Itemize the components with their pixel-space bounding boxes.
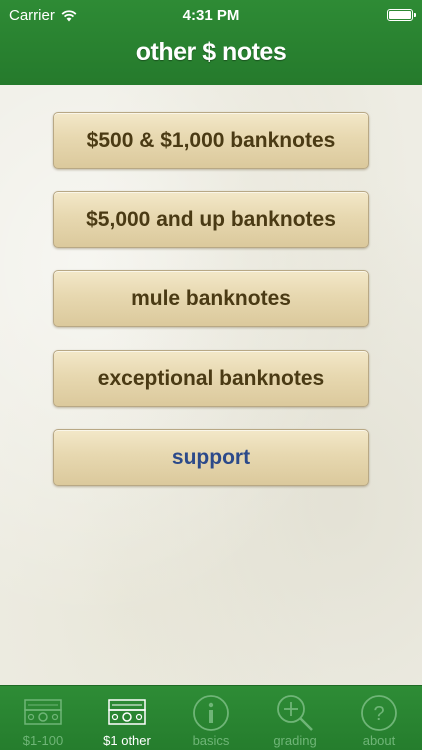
magnifier-icon	[275, 694, 315, 732]
header: Carrier 4:31 PM other $ notes	[0, 0, 422, 85]
question-icon: ?	[359, 694, 399, 732]
main-content: $500 & $1,000 banknotes $5,000 and up ba…	[0, 85, 422, 685]
status-bar: Carrier 4:31 PM	[0, 0, 422, 30]
tab-1-100[interactable]: $1-100	[1, 686, 85, 750]
info-icon	[191, 694, 231, 732]
svg-text:?: ?	[373, 703, 384, 725]
page-title: other $ notes	[135, 38, 287, 66]
tab-about[interactable]: ? about	[337, 686, 421, 750]
tab-1-other[interactable]: $1 other	[85, 686, 169, 750]
tab-label: about	[362, 733, 396, 748]
menu-button-5000-up[interactable]: $5,000 and up banknotes	[53, 191, 369, 248]
banknote-icon	[23, 694, 63, 732]
banknote-icon	[107, 694, 147, 732]
tab-label: $1 other	[103, 733, 151, 748]
menu-button-exceptional[interactable]: exceptional banknotes	[53, 350, 369, 407]
menu-button-mule[interactable]: mule banknotes	[53, 270, 369, 327]
tab-basics[interactable]: basics	[169, 686, 253, 750]
tab-bar: $1-100 $1 other basics grading ? about	[0, 685, 422, 750]
menu-button-support[interactable]: support	[53, 429, 369, 486]
tab-label: grading	[273, 733, 317, 748]
battery-icon	[387, 9, 416, 21]
tab-label: basics	[192, 733, 230, 748]
menu-button-500-1000[interactable]: $500 & $1,000 banknotes	[53, 112, 369, 169]
status-time: 4:31 PM	[182, 7, 240, 24]
tab-grading[interactable]: grading	[253, 686, 337, 750]
tab-label: $1-100	[22, 733, 64, 748]
